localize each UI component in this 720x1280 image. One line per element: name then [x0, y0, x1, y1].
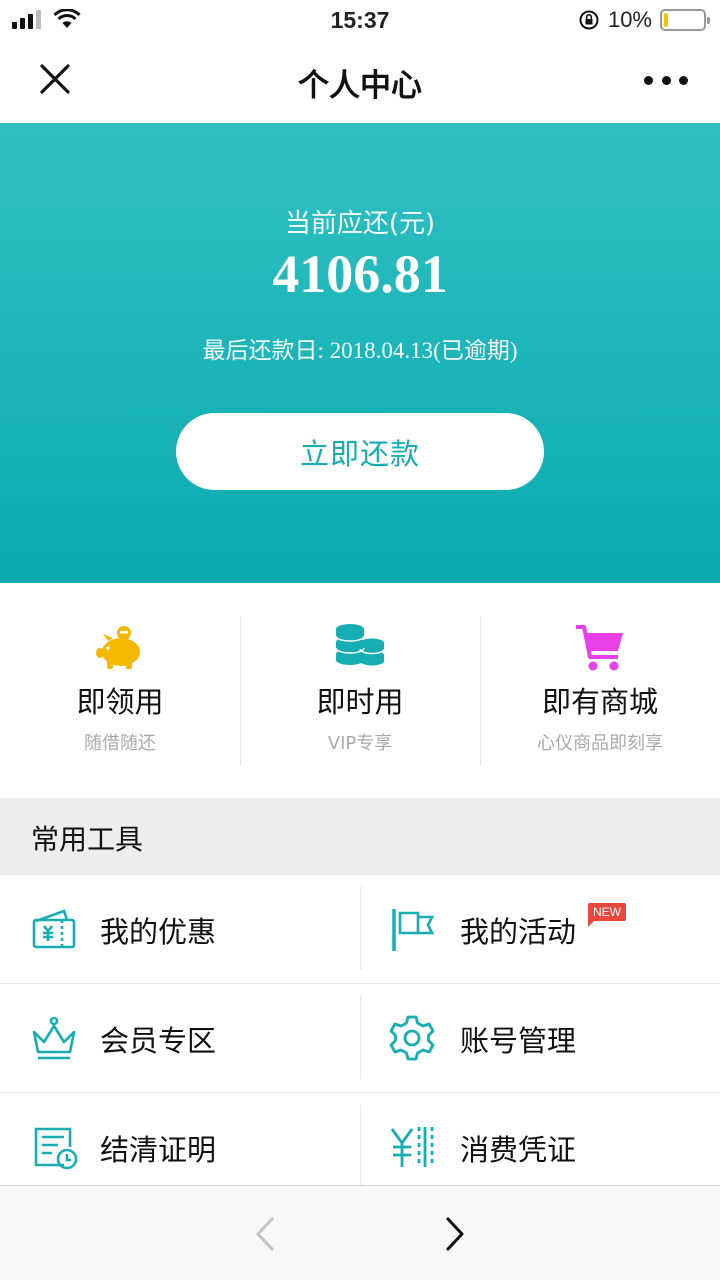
quick-entry-mall[interactable]: 即有商城 心仪商品即刻享: [480, 583, 720, 798]
tool-account-management[interactable]: 账号管理: [360, 984, 720, 1093]
tools-row: 我的优惠 我的活动 NEW: [0, 875, 720, 984]
tool-member-zone[interactable]: 会员专区: [0, 984, 360, 1093]
tools-grid: 我的优惠 我的活动 NEW 会员专区 账号管理 结清证明 消费凭证: [0, 875, 720, 1188]
new-badge: NEW: [588, 903, 626, 927]
quick-entry-jishiyong[interactable]: 即时用 VIP专享: [240, 583, 480, 798]
quick-entry-subtitle: 心仪商品即刻享: [537, 733, 663, 754]
tool-label: 结清证明: [100, 1133, 217, 1167]
tool-label: 我的活动: [460, 915, 577, 949]
due-date: 最后还款日: 2018.04.13(已逾期): [202, 338, 518, 363]
tool-label: 账号管理: [460, 1024, 577, 1058]
status-bar: 15:37 10%: [0, 0, 720, 40]
tools-section-title: 常用工具: [31, 823, 144, 856]
back-arrow-icon[interactable]: [250, 1216, 280, 1252]
quick-entry-title: 即时用: [316, 685, 404, 719]
crown-icon: [32, 1016, 76, 1060]
quick-entry-subtitle: VIP专享: [327, 733, 393, 754]
amount-due-value: 4106.81: [272, 244, 448, 304]
repay-now-button[interactable]: 立即还款: [176, 413, 544, 490]
tool-my-coupons[interactable]: 我的优惠: [0, 875, 360, 984]
quick-entry-subtitle: 随借随还: [84, 733, 156, 754]
nav-bar: 个人中心: [0, 40, 720, 123]
quick-entry-title: 即领用: [76, 685, 164, 719]
status-right: 10%: [578, 7, 710, 33]
quick-entry-title: 即有商城: [541, 685, 658, 719]
page-title: 个人中心: [298, 68, 422, 104]
amount-due-label: 当前应还(元): [284, 209, 436, 239]
orientation-lock-icon: [579, 10, 599, 30]
piggy-bank-icon: [96, 626, 140, 669]
coins-icon: [335, 624, 385, 666]
tool-label: 消费凭证: [460, 1133, 577, 1167]
receipt-icon: [390, 1127, 434, 1167]
shopping-cart-icon: [576, 625, 623, 671]
browser-toolbar: [0, 1185, 720, 1280]
tools-section-header: 常用工具: [0, 798, 720, 875]
battery-icon: [660, 9, 710, 31]
more-icon[interactable]: [644, 70, 688, 90]
repayment-summary: 当前应还(元) 4106.81 最后还款日: 2018.04.13(已逾期) 立…: [0, 123, 720, 583]
forward-arrow-icon[interactable]: [440, 1216, 470, 1252]
battery-percent: 10%: [607, 7, 652, 32]
flag-icon: [392, 909, 435, 951]
battery-level: [664, 13, 668, 27]
tool-label: 会员专区: [100, 1024, 217, 1058]
tools-row: 会员专区 账号管理: [0, 984, 720, 1093]
tool-my-activities[interactable]: 我的活动 NEW: [360, 875, 720, 984]
settings-gear-icon: [389, 1015, 435, 1061]
quick-entry-jilingyong[interactable]: 即领用 随借随还: [0, 583, 240, 798]
tool-label: 我的优惠: [100, 915, 217, 949]
quick-entries: 即领用 随借随还 即时用 VIP专享 即有商城 心仪商品即刻享: [0, 583, 720, 798]
coupon-icon: [32, 909, 76, 949]
certificate-icon: [34, 1127, 78, 1170]
